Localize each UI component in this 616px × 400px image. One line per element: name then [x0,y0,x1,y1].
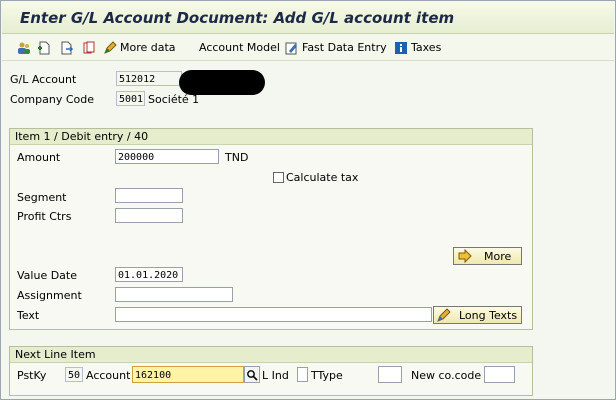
taxes-label: Taxes [411,41,442,54]
pencil-icon [104,40,117,54]
ttype-field[interactable] [378,366,402,383]
pencil-icon [437,308,451,322]
value-date-label: Value Date [17,269,77,282]
company-code-field[interactable]: 5001 [116,91,145,106]
item-group: Item 1 / Debit entry / 40 [9,128,533,330]
gl-account-label: G/L Account [10,73,77,86]
more-button[interactable]: More [453,247,522,265]
l-ind-label: L Ind [262,369,289,382]
text-label: Text [17,309,40,322]
l-ind-field[interactable] [297,367,308,382]
arrow-right-icon [458,249,472,263]
calculate-tax-checkbox[interactable] [273,172,284,183]
value-date-field[interactable]: 01.01.2020 [115,267,183,282]
sap-window: Enter G/L Account Document: Add G/L acco… [0,0,616,400]
people-icon [18,42,30,54]
more-button-label: More [484,249,512,263]
new-document-icon [38,41,50,54]
company-code-label: Company Code [10,93,94,106]
currency-label: TND [225,151,249,164]
document-arrow-icon [61,41,74,54]
next-line-group-title: Next Line Item [10,347,532,363]
taxes-button[interactable]: Taxes [394,39,441,56]
title-bar: Enter G/L Account Document: Add G/L acco… [2,2,614,34]
copy-document-button[interactable] [60,39,77,56]
account-search-button[interactable] [244,366,260,383]
account-field[interactable]: 162100 [132,366,244,383]
profit-ctr-label: Profit Ctrs [17,210,72,223]
more-data-label: More data [120,41,176,54]
account-model-label: Account Model [199,41,280,54]
profit-ctr-field[interactable] [115,208,183,223]
text-field[interactable] [115,307,432,322]
page-title: Enter G/L Account Document: Add G/L acco… [20,9,455,27]
amount-label: Amount [17,151,61,164]
edit-document-icon [285,42,297,54]
long-texts-label: Long Texts [459,308,518,322]
segment-label: Segment [17,191,67,204]
gl-account-field[interactable]: 512012 [116,71,182,86]
account-model-button[interactable]: Account Model [199,39,280,56]
pstky-field[interactable]: 50 [65,367,83,382]
ttype-label: TType [311,369,343,382]
delete-button[interactable] [82,39,99,56]
search-icon [247,369,258,381]
fast-data-entry-button[interactable]: Fast Data Entry [285,39,387,56]
pstky-label: PstKy [17,369,47,382]
company-name: Société 1 [148,93,200,106]
assignment-label: Assignment [17,289,82,302]
info-icon [395,41,407,54]
amount-field[interactable]: 200000 [115,149,219,164]
fast-data-entry-label: Fast Data Entry [302,41,387,54]
new-cocode-label: New co.code [411,369,482,382]
calculate-tax-label: Calculate tax [286,171,359,184]
application-toolbar: More data Account Model Fast Data Entry … [2,34,614,61]
overview-button[interactable] [17,39,34,56]
new-document-button[interactable] [37,39,54,56]
delete-document-icon [83,41,95,53]
new-cocode-field[interactable] [484,366,515,383]
more-data-button[interactable]: More data [103,39,176,56]
account-label: Account [86,369,131,382]
redacted-block [179,70,265,95]
assignment-field[interactable] [115,287,233,302]
segment-field[interactable] [115,188,183,203]
long-texts-button[interactable]: Long Texts [433,306,522,324]
item-group-title: Item 1 / Debit entry / 40 [10,129,532,145]
